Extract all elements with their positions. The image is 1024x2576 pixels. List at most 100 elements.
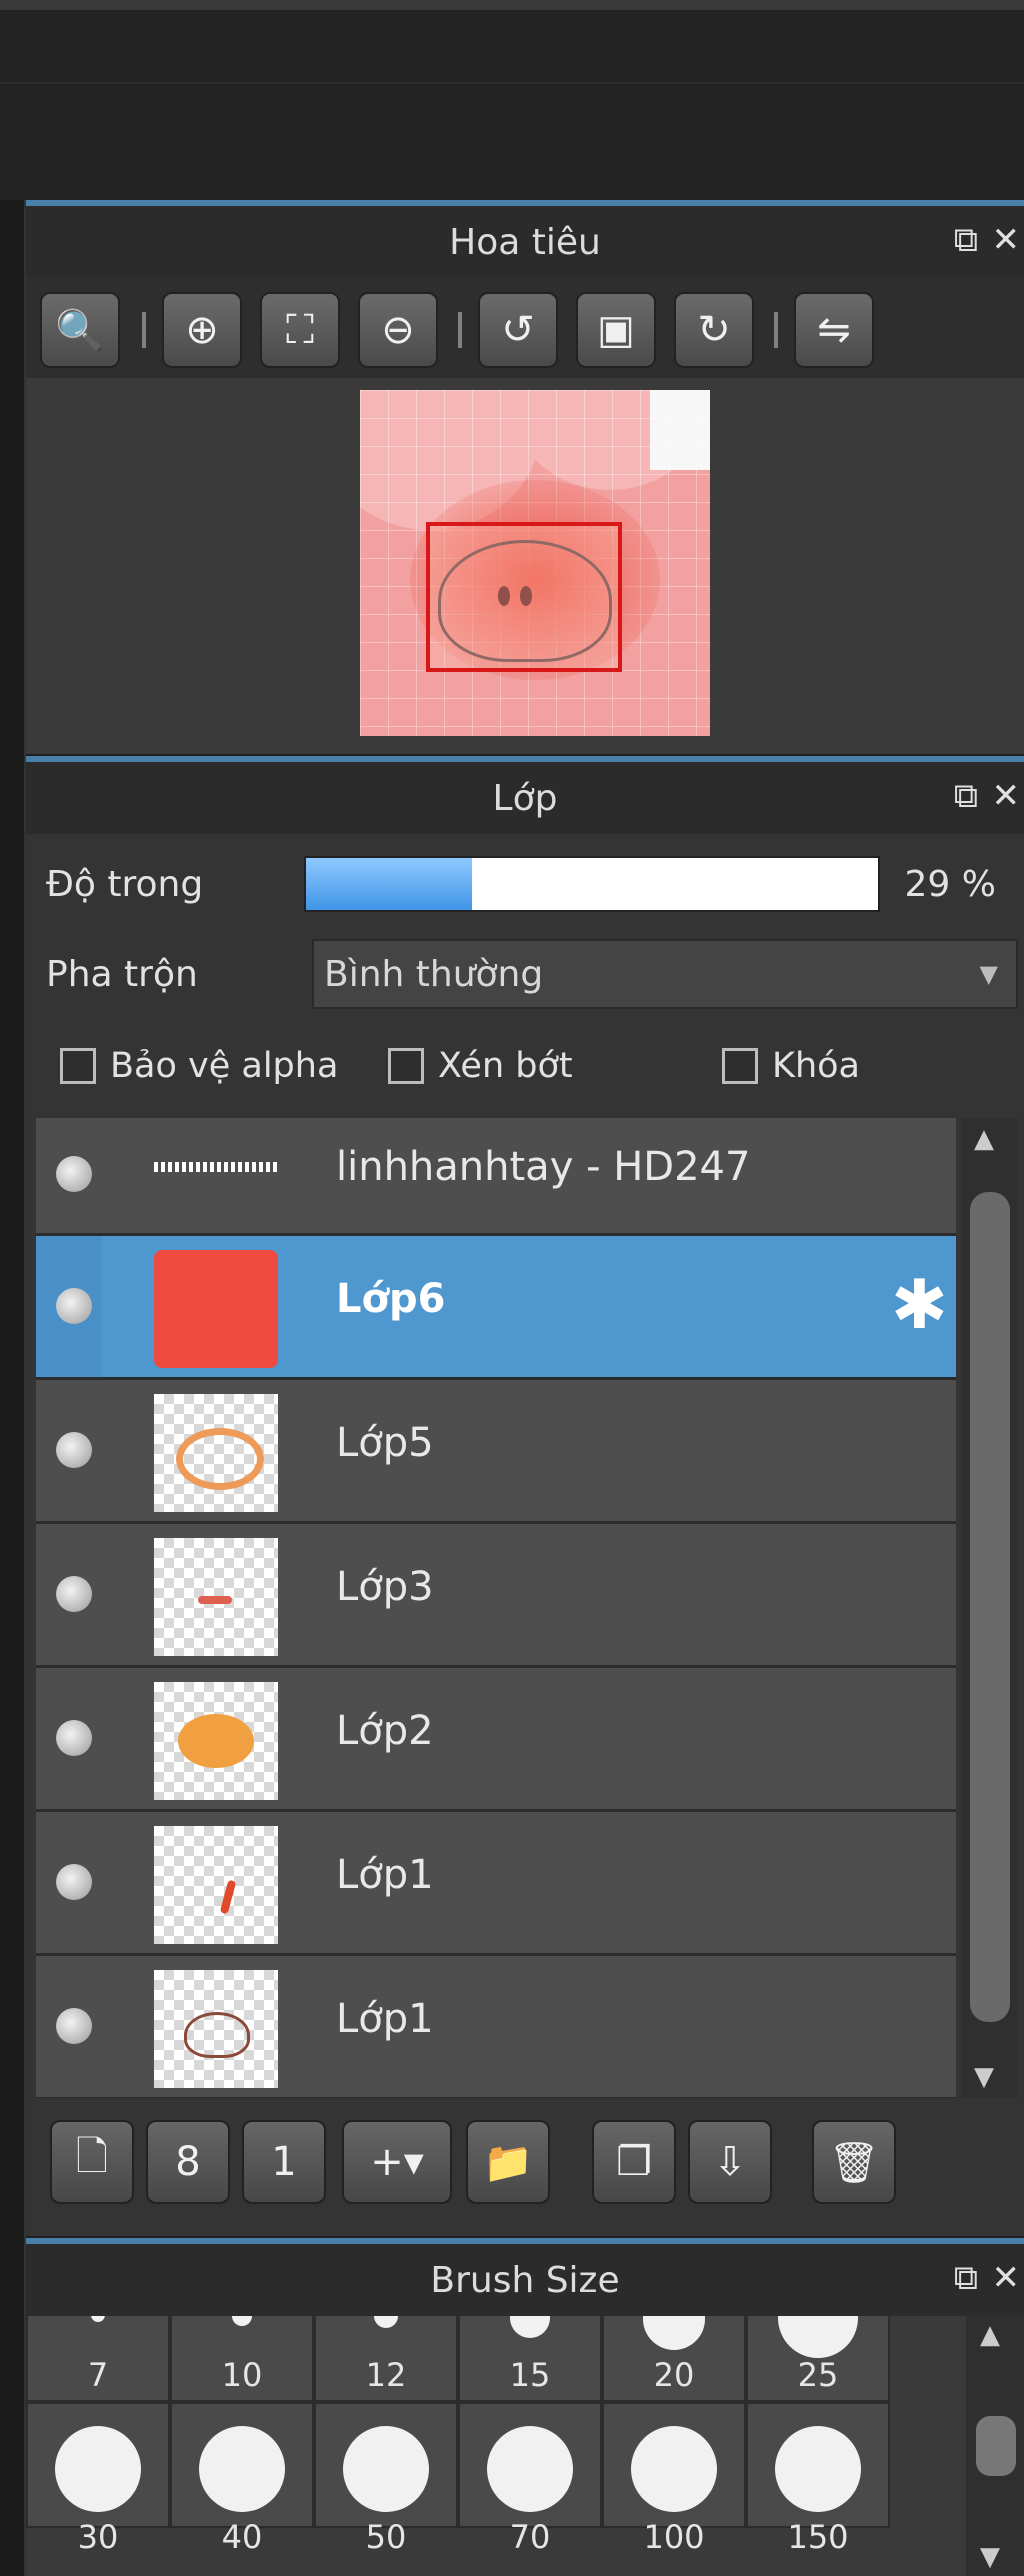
brush-size-cell[interactable]: 30: [26, 2402, 170, 2556]
thumb-shape: [176, 1428, 264, 1490]
brush-size-cell[interactable]: 25: [746, 2316, 890, 2402]
layer-item[interactable]: Lớp3: [36, 1524, 956, 1668]
rotate-right-button[interactable]: ↻: [674, 292, 754, 368]
reset-view-button[interactable]: ▣: [576, 292, 656, 368]
clipping-label: Xén bớt: [438, 1046, 573, 1086]
brush-size-cell[interactable]: 150: [746, 2402, 890, 2556]
visibility-toggle[interactable]: [56, 1864, 92, 1900]
layer-name: Lớp6: [336, 1276, 446, 1322]
brush-size-cell[interactable]: 12: [314, 2316, 458, 2402]
opacity-row: Độ trong 29 %: [26, 844, 1024, 924]
flip-horizontal-button[interactable]: ⇋: [794, 292, 874, 368]
navigator-title-bar: Hoa tiêu ⧉ ✕: [26, 200, 1024, 278]
popout-icon[interactable]: ⧉: [954, 2258, 978, 2298]
protect-alpha-checkbox[interactable]: Bảo vệ alpha: [60, 1046, 338, 1086]
navigator-panel: Hoa tiêu ⧉ ✕ 🔍 ⊕ ⛶ ⊖ ↺ ▣ ↻ ⇋: [26, 200, 1024, 754]
visibility-toggle[interactable]: [56, 1288, 92, 1324]
popout-icon[interactable]: ⧉: [954, 776, 978, 816]
scroll-down-icon[interactable]: ▼: [980, 2542, 1000, 2572]
layer-item[interactable]: Lớp5: [36, 1380, 956, 1524]
brush-size-cell[interactable]: 100: [602, 2402, 746, 2556]
new-layer-button[interactable]: 🗋: [50, 2120, 134, 2204]
layer-name: Lớp5: [336, 1420, 434, 1466]
visibility-toggle[interactable]: [56, 1576, 92, 1612]
zoom-out-icon: ⊖: [381, 307, 415, 353]
lock-checkbox[interactable]: Khóa: [722, 1046, 860, 1086]
visibility-toggle[interactable]: [56, 1156, 92, 1192]
layer-panel: Lớp ⧉ ✕ Độ trong 29 % Pha trộn Bình thườ…: [26, 756, 1024, 2236]
delete-layer-button[interactable]: 🗑: [812, 2120, 896, 2204]
brush-size-cell[interactable]: 15: [458, 2316, 602, 2402]
clipping-checkbox[interactable]: Xén bớt: [388, 1046, 573, 1086]
reset-view-icon: ▣: [597, 307, 635, 353]
visibility-toggle[interactable]: [56, 1432, 92, 1468]
layer-name: Lớp2: [336, 1708, 434, 1754]
brush-size-grid: 7 10 12 15 20 25 30 40 50 70 100 150: [26, 2316, 1024, 2576]
scrollbar-thumb[interactable]: [976, 2416, 1016, 2476]
merge-down-icon: ⇩: [713, 2139, 747, 2185]
blend-mode-select[interactable]: Bình thường ▼: [312, 939, 1018, 1009]
layer-title: Lớp: [492, 777, 558, 819]
opacity-slider[interactable]: [304, 856, 880, 912]
brush-dot: [343, 2426, 429, 2512]
new-folder-button[interactable]: 📁: [466, 2120, 550, 2204]
brush-size-cell[interactable]: 10: [170, 2316, 314, 2402]
close-icon[interactable]: ✕: [992, 220, 1021, 260]
duplicate-layer-button[interactable]: ❐: [592, 2120, 676, 2204]
brush-size-cell[interactable]: 7: [26, 2316, 170, 2402]
layer-item-selected[interactable]: Lớp6 ✱: [36, 1236, 956, 1380]
toolbar-separator: [774, 312, 778, 348]
brush-size-value: 50: [365, 2518, 407, 2556]
viewport-rectangle[interactable]: [426, 522, 622, 672]
blend-mode-value: Bình thường: [324, 953, 544, 995]
new-8bit-layer-button[interactable]: 8: [146, 2120, 230, 2204]
popout-icon[interactable]: ⧉: [954, 220, 978, 260]
navigator-toolbar: 🔍 ⊕ ⛶ ⊖ ↺ ▣ ↻ ⇋: [26, 278, 1024, 378]
brush-size-title-bar: Brush Size ⧉ ✕: [26, 2238, 1024, 2316]
layer-thumbnail: [154, 1250, 278, 1368]
scroll-down-icon[interactable]: ▼: [974, 2062, 994, 2092]
close-icon[interactable]: ✕: [992, 2258, 1021, 2298]
new-1bit-layer-button[interactable]: 1: [242, 2120, 326, 2204]
fit-screen-icon: ⛶: [286, 307, 314, 353]
layer-item[interactable]: Lớp1: [36, 1812, 956, 1956]
layer-item[interactable]: Lớp1: [36, 1956, 956, 2098]
toolbar-separator: [142, 312, 146, 348]
blend-row: Pha trộn Bình thường ▼: [26, 934, 1024, 1014]
brush-size-scrollbar[interactable]: ▲ ▼: [966, 2316, 1024, 2576]
visibility-toggle[interactable]: [56, 1720, 92, 1756]
lock-label: Khóa: [772, 1046, 860, 1086]
layer-name: Lớp1: [336, 1852, 434, 1898]
close-icon[interactable]: ✕: [992, 776, 1021, 816]
layer-thumbnail: [154, 1162, 278, 1172]
merge-down-button[interactable]: ⇩: [688, 2120, 772, 2204]
layer-item[interactable]: linhhanhtay - HD247: [36, 1118, 956, 1236]
brush-size-cell[interactable]: 50: [314, 2402, 458, 2556]
scroll-up-icon[interactable]: ▲: [980, 2320, 1000, 2350]
brush-size-value: 25: [797, 2356, 839, 2394]
brush-dot: [55, 2426, 141, 2512]
layer-item[interactable]: Lớp2: [36, 1668, 956, 1812]
brush-dot: [631, 2426, 717, 2512]
flip-horizontal-icon: ⇋: [817, 307, 851, 353]
layer-list: linhhanhtay - HD247 Lớp6 ✱ Lớp5 Lớp3 Lớp…: [36, 1118, 956, 2098]
rotate-left-button[interactable]: ↺: [478, 292, 558, 368]
layer-list-scrollbar[interactable]: ▲ ▼: [962, 1118, 1018, 2098]
folder-icon: 📁: [483, 2139, 533, 2186]
zoom-out-button[interactable]: ⊖: [358, 292, 438, 368]
layer-name: linhhanhtay - HD247: [336, 1144, 751, 1190]
zoom-actual-button[interactable]: 🔍: [40, 292, 120, 368]
gear-icon[interactable]: ✱: [891, 1272, 948, 1340]
visibility-toggle[interactable]: [56, 2008, 92, 2044]
scrollbar-thumb[interactable]: [970, 1192, 1010, 2022]
scroll-up-icon[interactable]: ▲: [974, 1124, 994, 1154]
navigator-preview[interactable]: [26, 378, 1024, 754]
zoom-in-button[interactable]: ⊕: [162, 292, 242, 368]
brush-size-cell[interactable]: 70: [458, 2402, 602, 2556]
add-layer-menu-button[interactable]: +▾: [342, 2120, 452, 2204]
checkbox-box: [388, 1048, 424, 1084]
brush-size-value: 30: [77, 2518, 119, 2556]
brush-size-cell[interactable]: 20: [602, 2316, 746, 2402]
brush-size-cell[interactable]: 40: [170, 2402, 314, 2556]
fit-screen-button[interactable]: ⛶: [260, 292, 340, 368]
